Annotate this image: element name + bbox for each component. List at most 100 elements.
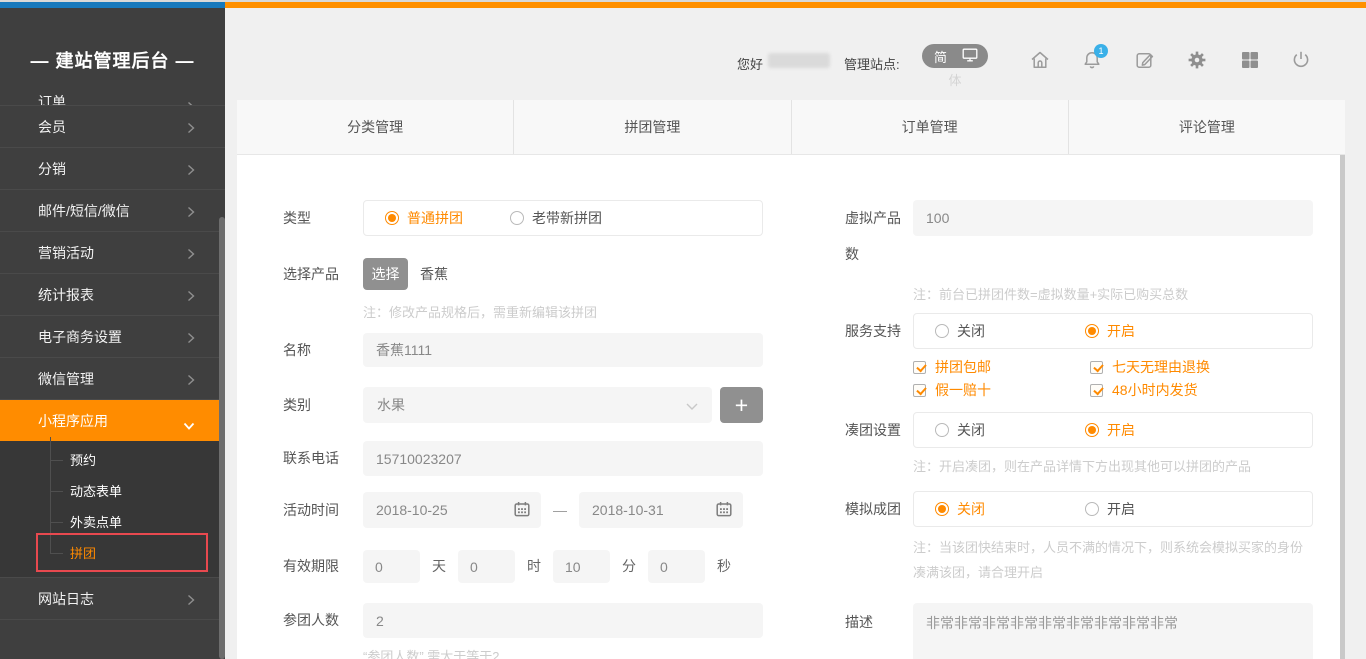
edit-icon[interactable]: [1134, 49, 1156, 71]
validity-seconds-input[interactable]: [648, 550, 705, 583]
gather-note: 注：开启凑团，则在产品详情下方出现其他可以拼团的产品: [913, 456, 1313, 475]
checkbox-icon: [913, 361, 926, 374]
phone-label: 联系电话: [283, 441, 363, 476]
validity-hours-input[interactable]: [458, 550, 515, 583]
radio-gather-on[interactable]: 开启: [1085, 420, 1135, 440]
submenu-item-dynamic-form[interactable]: 动态表单: [0, 476, 225, 507]
annotation-box: [36, 533, 208, 572]
radio-icon: [1085, 502, 1099, 516]
sidebar-item-members[interactable]: 会员: [0, 105, 225, 147]
chevron-right-icon: [187, 331, 195, 343]
sidebar-item-ecommerce[interactable]: 电子商务设置: [0, 315, 225, 357]
radio-icon: [935, 324, 949, 338]
tab-comment-management[interactable]: 评论管理: [1068, 100, 1345, 154]
end-date-input[interactable]: 2018-10-31: [579, 492, 743, 528]
chevron-down-icon: [183, 417, 195, 425]
validity-minutes-input[interactable]: [553, 550, 610, 583]
radio-service-off[interactable]: 关闭: [935, 321, 1085, 341]
chevron-right-icon: [187, 593, 195, 605]
radio-gather-off[interactable]: 关闭: [935, 420, 1085, 440]
checkbox-free-shipping[interactable]: 拼团包邮: [913, 357, 1090, 377]
service-checkboxes: 拼团包邮 七天无理由退换 假一赔十 48小时内发货: [913, 357, 1313, 400]
product-note: 注：修改产品规格后，需重新编辑该拼团: [363, 302, 763, 321]
language-toggle[interactable]: 简: [922, 44, 988, 68]
sidebar-item-reports[interactable]: 统计报表: [0, 273, 225, 315]
submenu-item-reservation[interactable]: 预约: [0, 445, 225, 476]
form-panel: 类型 普通拼团 老带新拼团 选择产品 选择 香蕉 注：修改产品规格后，需重新编辑…: [237, 155, 1345, 659]
category-select[interactable]: 水果: [363, 387, 712, 423]
product-label: 选择产品: [283, 258, 363, 290]
name-input[interactable]: [363, 333, 763, 367]
phone-input[interactable]: [363, 441, 763, 476]
checkbox-icon: [1090, 384, 1103, 397]
gear-icon[interactable]: [1186, 49, 1208, 71]
content-scrollbar[interactable]: [1340, 155, 1345, 659]
simulate-label: 模拟成团: [845, 491, 913, 585]
people-input[interactable]: [363, 603, 763, 638]
sidebar-item-partial: [0, 619, 225, 642]
sidebar: — 建站管理后台 — 订单 会员 分销 邮件/短信/微信 营销活动 统计报表 电…: [0, 8, 225, 659]
gather-radio-group: 关闭 开启: [913, 412, 1313, 448]
simulate-radio-group: 关闭 开启: [913, 491, 1313, 527]
product-value: 香蕉: [420, 258, 448, 290]
category-label: 类别: [283, 387, 363, 423]
greeting-text: 您好: [737, 54, 763, 73]
submenu-item-groupbuy[interactable]: 拼团: [0, 538, 225, 569]
radio-icon: [935, 502, 949, 516]
tab-bar: 分类管理 拼团管理 订单管理 评论管理: [237, 100, 1345, 155]
virtual-label: 虚拟产品数: [845, 200, 913, 272]
calendar-icon: [514, 501, 530, 520]
tab-category-management[interactable]: 分类管理: [237, 100, 513, 154]
sidebar-item-messaging[interactable]: 邮件/短信/微信: [0, 189, 225, 231]
radio-icon: [510, 211, 524, 225]
people-label: 参团人数: [283, 603, 363, 638]
sidebar-item-distribution[interactable]: 分销: [0, 147, 225, 189]
validity-minutes-unit: 分: [622, 550, 636, 583]
validity-hours-unit: 时: [527, 550, 541, 583]
sidebar-item-marketing[interactable]: 营销活动: [0, 231, 225, 273]
chevron-down-icon: [686, 397, 698, 413]
sidebar-item-sitelog[interactable]: 网站日志: [0, 577, 225, 619]
radio-simulate-on[interactable]: 开启: [1085, 499, 1135, 519]
service-label: 服务支持: [845, 313, 913, 400]
radio-icon: [385, 211, 399, 225]
description-textarea[interactable]: 非常非常非常非常非常非常非常非常非常: [913, 603, 1313, 659]
radio-icon: [1085, 324, 1099, 338]
username-redacted: [768, 53, 830, 68]
add-category-button[interactable]: +: [720, 387, 763, 423]
date-range-separator: —: [553, 492, 567, 528]
tab-groupbuy-management[interactable]: 拼团管理: [513, 100, 790, 154]
checkbox-fake-one-pay-ten[interactable]: 假一赔十: [913, 380, 1090, 400]
submenu-item-takeout[interactable]: 外卖点单: [0, 507, 225, 538]
grid-icon[interactable]: [1239, 49, 1261, 71]
checkbox-ship-48h[interactable]: 48小时内发货: [1090, 380, 1313, 400]
site-label: 管理站点:: [844, 54, 900, 73]
validity-days-input[interactable]: [363, 550, 420, 583]
virtual-input[interactable]: [913, 200, 1313, 236]
radio-normal-groupbuy[interactable]: 普通拼团: [385, 208, 510, 228]
type-radio-group: 普通拼团 老带新拼团: [363, 200, 763, 236]
radio-simulate-off[interactable]: 关闭: [935, 499, 1085, 519]
form-right-column: 虚拟产品数 注：前台已拼团件数=虚拟数量+实际已购买总数 服务支持 关闭 开启 …: [845, 200, 1313, 659]
product-control: 选择 香蕉: [363, 258, 763, 290]
virtual-note: 注：前台已拼团件数=虚拟数量+实际已购买总数: [913, 284, 1313, 303]
power-icon[interactable]: [1290, 49, 1312, 71]
tab-order-management[interactable]: 订单管理: [791, 100, 1068, 154]
header: 您好 管理站点: 简 体 1: [225, 8, 1366, 100]
sidebar-item-miniprogram[interactable]: 小程序应用: [0, 399, 225, 441]
simulate-note: 注：当该团快结束时，人员不满的情况下，则系统会模拟买家的身份凑满该团，请合理开启: [913, 535, 1313, 585]
gather-label: 凑团设置: [845, 412, 913, 475]
chevron-right-icon: [187, 247, 195, 259]
sidebar-item-wechat[interactable]: 微信管理: [0, 357, 225, 399]
checkbox-7day-return[interactable]: 七天无理由退换: [1090, 357, 1313, 377]
chevron-right-icon: [187, 373, 195, 385]
start-date-input[interactable]: 2018-10-25: [363, 492, 541, 528]
home-icon[interactable]: [1029, 49, 1051, 71]
sidebar-item-orders[interactable]: 订单: [0, 86, 225, 105]
plus-icon: +: [735, 392, 748, 418]
miniprogram-submenu: 预约 动态表单 外卖点单 拼团: [0, 441, 225, 577]
radio-referral-groupbuy[interactable]: 老带新拼团: [510, 208, 602, 228]
people-note: “参团人数” 需大于等于2: [363, 646, 763, 659]
radio-service-on[interactable]: 开启: [1085, 321, 1135, 341]
select-product-button[interactable]: 选择: [363, 258, 408, 290]
